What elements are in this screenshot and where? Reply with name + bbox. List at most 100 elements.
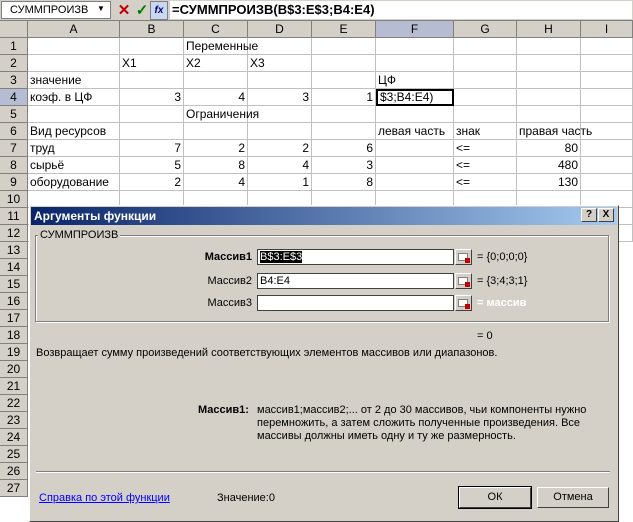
array1-collapse-icon[interactable] [455, 249, 472, 265]
cell-h4[interactable] [517, 89, 581, 106]
cell-c9[interactable]: 4 [184, 174, 248, 191]
cell-e3[interactable] [312, 72, 376, 89]
cell-h6[interactable]: правая часть [517, 123, 592, 140]
cancel-formula-icon[interactable]: ✕ [115, 2, 133, 19]
cell-h1[interactable] [517, 38, 581, 55]
row-header-2[interactable]: 2 [0, 55, 28, 72]
row-header-14[interactable]: 14 [0, 259, 28, 276]
row-header-20[interactable]: 20 [0, 361, 28, 378]
cell-c1[interactable]: Переменные [184, 38, 258, 55]
cell-e8[interactable]: 3 [312, 157, 376, 174]
row-header-15[interactable]: 15 [0, 276, 28, 293]
row-header-27[interactable]: 27 [0, 480, 28, 497]
cell-f4[interactable]: $3;B4:E4) [376, 89, 454, 106]
cell-e2[interactable] [312, 55, 376, 72]
row-header-23[interactable]: 23 [0, 412, 28, 429]
array3-input[interactable] [257, 295, 454, 311]
ok-button[interactable]: ОК [458, 486, 532, 509]
row-header-19[interactable]: 19 [0, 344, 28, 361]
cell-a8[interactable]: сырьё [28, 157, 120, 174]
row-header-13[interactable]: 13 [0, 242, 28, 259]
cell-c5[interactable]: Ограничения [184, 106, 259, 123]
cell-c2[interactable]: X2 [184, 55, 248, 72]
cell-i2[interactable] [581, 55, 633, 72]
insert-function-icon[interactable]: fx [150, 1, 168, 20]
row-header-4[interactable]: 4 [0, 89, 28, 106]
cell-a4[interactable]: коэф. в ЦФ [28, 89, 120, 106]
cell-b5[interactable] [120, 106, 184, 123]
help-icon[interactable]: ? [581, 208, 597, 222]
row-header-3[interactable]: 3 [0, 72, 28, 89]
column-header-b[interactable]: B [120, 21, 184, 38]
cell-i8[interactable] [581, 157, 633, 174]
column-header-e[interactable]: E [312, 21, 376, 38]
cell-b7[interactable]: 7 [120, 140, 184, 157]
cell-h9[interactable]: 130 [517, 174, 581, 191]
cell-i1[interactable] [581, 38, 633, 55]
close-icon[interactable]: X [598, 208, 614, 222]
column-header-h[interactable]: H [517, 21, 581, 38]
row-header-8[interactable]: 8 [0, 157, 28, 174]
cell-d9[interactable]: 1 [248, 174, 312, 191]
cell-e7[interactable]: 6 [312, 140, 376, 157]
cell-b1[interactable] [120, 38, 184, 55]
column-header-i[interactable]: I [581, 21, 633, 38]
cell-e5[interactable] [312, 106, 376, 123]
row-header-21[interactable]: 21 [0, 378, 28, 395]
cell-e9[interactable]: 8 [312, 174, 376, 191]
cell-d4[interactable]: 3 [248, 89, 312, 106]
array2-collapse-icon[interactable] [455, 273, 472, 289]
cell-g7[interactable]: <= [454, 140, 517, 157]
cell-i6[interactable] [581, 123, 633, 140]
cell-b3[interactable] [120, 72, 184, 89]
cell-c4[interactable]: 4 [184, 89, 248, 106]
enter-formula-icon[interactable]: ✓ [133, 2, 151, 19]
cell-h7[interactable]: 80 [517, 140, 581, 157]
row-header-5[interactable]: 5 [0, 106, 28, 123]
row-header-26[interactable]: 26 [0, 463, 28, 480]
cell-h5[interactable] [517, 106, 581, 123]
cell-a7[interactable]: труд [28, 140, 120, 157]
row-header-6[interactable]: 6 [0, 123, 28, 140]
dialog-title[interactable]: Аргументы функции [31, 207, 617, 225]
row-header-11[interactable]: 11 [0, 208, 28, 225]
cell-e4[interactable]: 1 [312, 89, 376, 106]
row-header-12[interactable]: 12 [0, 225, 28, 242]
cell-b2[interactable]: X1 [120, 55, 184, 72]
cell-g1[interactable] [454, 38, 517, 55]
cell-c7[interactable]: 2 [184, 140, 248, 157]
cell-d2[interactable]: X3 [248, 55, 312, 72]
cell-c6[interactable] [184, 123, 248, 140]
cell-h2[interactable] [517, 55, 581, 72]
cell-i9[interactable] [581, 174, 633, 191]
cell-h8[interactable]: 480 [517, 157, 581, 174]
cell-a5[interactable] [28, 106, 120, 123]
cell-g9[interactable]: <= [454, 174, 517, 191]
row-header-16[interactable]: 16 [0, 293, 28, 310]
cell-i4[interactable] [581, 89, 633, 106]
cell-c3[interactable] [184, 72, 248, 89]
cell-g6[interactable]: знак [454, 123, 517, 140]
cell-g2[interactable] [454, 55, 517, 72]
cell-a3[interactable]: значение [28, 72, 120, 89]
select-all-corner[interactable] [0, 21, 28, 38]
formula-input[interactable]: =СУММПРОИЗВ(B$3:E$3;B4:E4) [170, 1, 632, 19]
cell-g8[interactable]: <= [454, 157, 517, 174]
cell-a9[interactable]: оборудование [28, 174, 120, 191]
cell-d8[interactable]: 4 [248, 157, 312, 174]
row-header-17[interactable]: 17 [0, 310, 28, 327]
cell-f5[interactable] [376, 106, 454, 123]
cell-g4[interactable] [454, 89, 517, 106]
cell-f2[interactable] [376, 55, 454, 72]
row-header-7[interactable]: 7 [0, 140, 28, 157]
row-header-9[interactable]: 9 [0, 174, 28, 191]
cell-d5[interactable] [248, 106, 312, 123]
cell-a2[interactable] [28, 55, 120, 72]
cell-f9[interactable] [376, 174, 454, 191]
cell-b4[interactable]: 3 [120, 89, 184, 106]
cell-i5[interactable] [581, 106, 633, 123]
column-header-a[interactable]: A [28, 21, 120, 38]
cell-d1[interactable] [248, 38, 312, 55]
cell-f3[interactable]: ЦФ [376, 72, 454, 89]
cell-d3[interactable] [248, 72, 312, 89]
